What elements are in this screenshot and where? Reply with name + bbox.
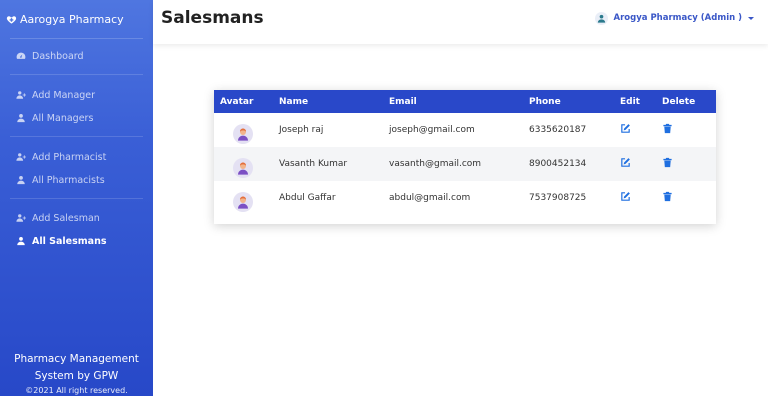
user-plus-icon <box>16 153 26 161</box>
sidebar-item-label: Add Salesman <box>32 212 100 224</box>
delete-cell <box>662 181 716 215</box>
sidebar-item-add-manager[interactable]: Add Manager <box>16 88 95 102</box>
avatar-cell <box>214 181 279 215</box>
sidebar-item-add-pharmacist[interactable]: Add Pharmacist <box>16 150 106 164</box>
name-cell: Vasanth Kumar <box>279 159 348 169</box>
salesmans-table: Avatar Name Email Phone Edit Delete Jose… <box>214 90 716 215</box>
brand[interactable]: Aarogya Pharmacy <box>6 11 124 27</box>
sidebar-divider <box>10 38 143 39</box>
name-cell: Joseph raj <box>279 125 324 135</box>
edit-button[interactable] <box>620 191 631 202</box>
edit-button[interactable] <box>620 123 631 134</box>
delete-button[interactable] <box>662 123 673 134</box>
edit-icon <box>621 124 630 133</box>
user-name: Arogya Pharmacy (Admin ) <box>613 13 742 23</box>
phone-cell: 6335620187 <box>529 125 587 135</box>
column-header-edit: Edit <box>620 96 640 107</box>
footer-line: Pharmacy Management <box>14 353 139 365</box>
delete-cell <box>662 113 716 147</box>
sidebar-item-label: All Salesmans <box>32 235 107 247</box>
trash-icon <box>663 123 672 134</box>
phone-cell: 7537908725 <box>529 193 587 203</box>
delete-cell <box>662 147 716 181</box>
person-avatar-icon <box>238 196 248 209</box>
avatar-cell <box>214 147 279 181</box>
sidebar-item-all-managers[interactable]: All Managers <box>16 111 93 125</box>
delete-button[interactable] <box>662 191 673 202</box>
avatar <box>233 158 253 178</box>
sidebar-item-label: Dashboard <box>32 50 84 62</box>
user-plus-icon <box>16 91 26 99</box>
sidebar: Aarogya Pharmacy Dashboard Add Manager A… <box>0 0 153 396</box>
sidebar-divider <box>10 198 143 199</box>
table-row: Joseph raj joseph@gmail.com 6335620187 <box>214 113 716 147</box>
edit-icon <box>621 192 630 201</box>
avatar-cell <box>214 113 279 147</box>
person-avatar-icon <box>238 162 248 175</box>
sidebar-item-dashboard[interactable]: Dashboard <box>16 49 84 63</box>
column-header-phone: Phone <box>529 96 561 107</box>
email-cell: abdul@gmail.com <box>389 193 471 203</box>
phone-cell: 8900452134 <box>529 159 587 169</box>
user-plus-icon <box>16 214 26 222</box>
gauge-icon <box>16 52 26 59</box>
user-menu[interactable]: Arogya Pharmacy (Admin ) <box>594 11 754 25</box>
delete-button[interactable] <box>662 157 673 168</box>
sidebar-item-label: Add Manager <box>32 89 96 101</box>
caret-down-icon <box>748 16 754 20</box>
user-avatar-icon <box>597 14 605 23</box>
sidebar-divider <box>10 136 143 137</box>
column-header-email: Email <box>389 96 417 107</box>
brand-name: Aarogya Pharmacy <box>20 12 124 26</box>
edit-icon <box>621 158 630 167</box>
sidebar-item-all-salesmans[interactable]: All Salesmans <box>16 234 107 248</box>
column-header-delete: Delete <box>662 96 696 107</box>
column-header-name: Name <box>279 96 309 107</box>
table-row: Abdul Gaffar abdul@gmail.com 7537908725 <box>214 181 716 215</box>
sidebar-item-all-pharmacists[interactable]: All Pharmacists <box>16 173 105 187</box>
edit-button[interactable] <box>620 157 631 168</box>
user-icon <box>17 176 25 185</box>
edit-cell <box>620 181 662 215</box>
avatar <box>233 192 253 212</box>
trash-icon <box>663 157 672 168</box>
sidebar-item-label: All Pharmacists <box>32 174 105 186</box>
trash-icon <box>663 191 672 202</box>
user-icon <box>17 114 25 123</box>
page-title: Salesmans <box>161 8 264 28</box>
salesmans-table-card: Avatar Name Email Phone Edit Delete Jose… <box>214 90 716 224</box>
table-row: Vasanth Kumar vasanth@gmail.com 89004521… <box>214 147 716 181</box>
user-icon <box>17 237 25 246</box>
person-avatar-icon <box>238 128 248 141</box>
sidebar-item-label: Add Pharmacist <box>32 151 107 163</box>
edit-cell <box>620 147 662 181</box>
name-cell: Abdul Gaffar <box>279 193 336 203</box>
sidebar-item-label: All Managers <box>32 112 94 124</box>
user-avatar <box>594 11 608 25</box>
edit-cell <box>620 113 662 147</box>
avatar <box>233 124 253 144</box>
email-cell: joseph@gmail.com <box>389 125 475 135</box>
sidebar-item-add-salesman[interactable]: Add Salesman <box>16 211 100 225</box>
column-header-avatar: Avatar <box>220 96 254 107</box>
email-cell: vasanth@gmail.com <box>389 159 482 169</box>
sidebar-divider <box>10 74 143 75</box>
heart-icon <box>6 15 17 24</box>
table-header-row: Avatar Name Email Phone Edit Delete <box>214 90 716 113</box>
copyright-text: ©2021 All right reserved. <box>25 386 128 395</box>
topbar: Salesmans Arogya Pharmacy (Admin ) <box>153 0 768 44</box>
footer-line: System by GPW <box>34 370 119 382</box>
